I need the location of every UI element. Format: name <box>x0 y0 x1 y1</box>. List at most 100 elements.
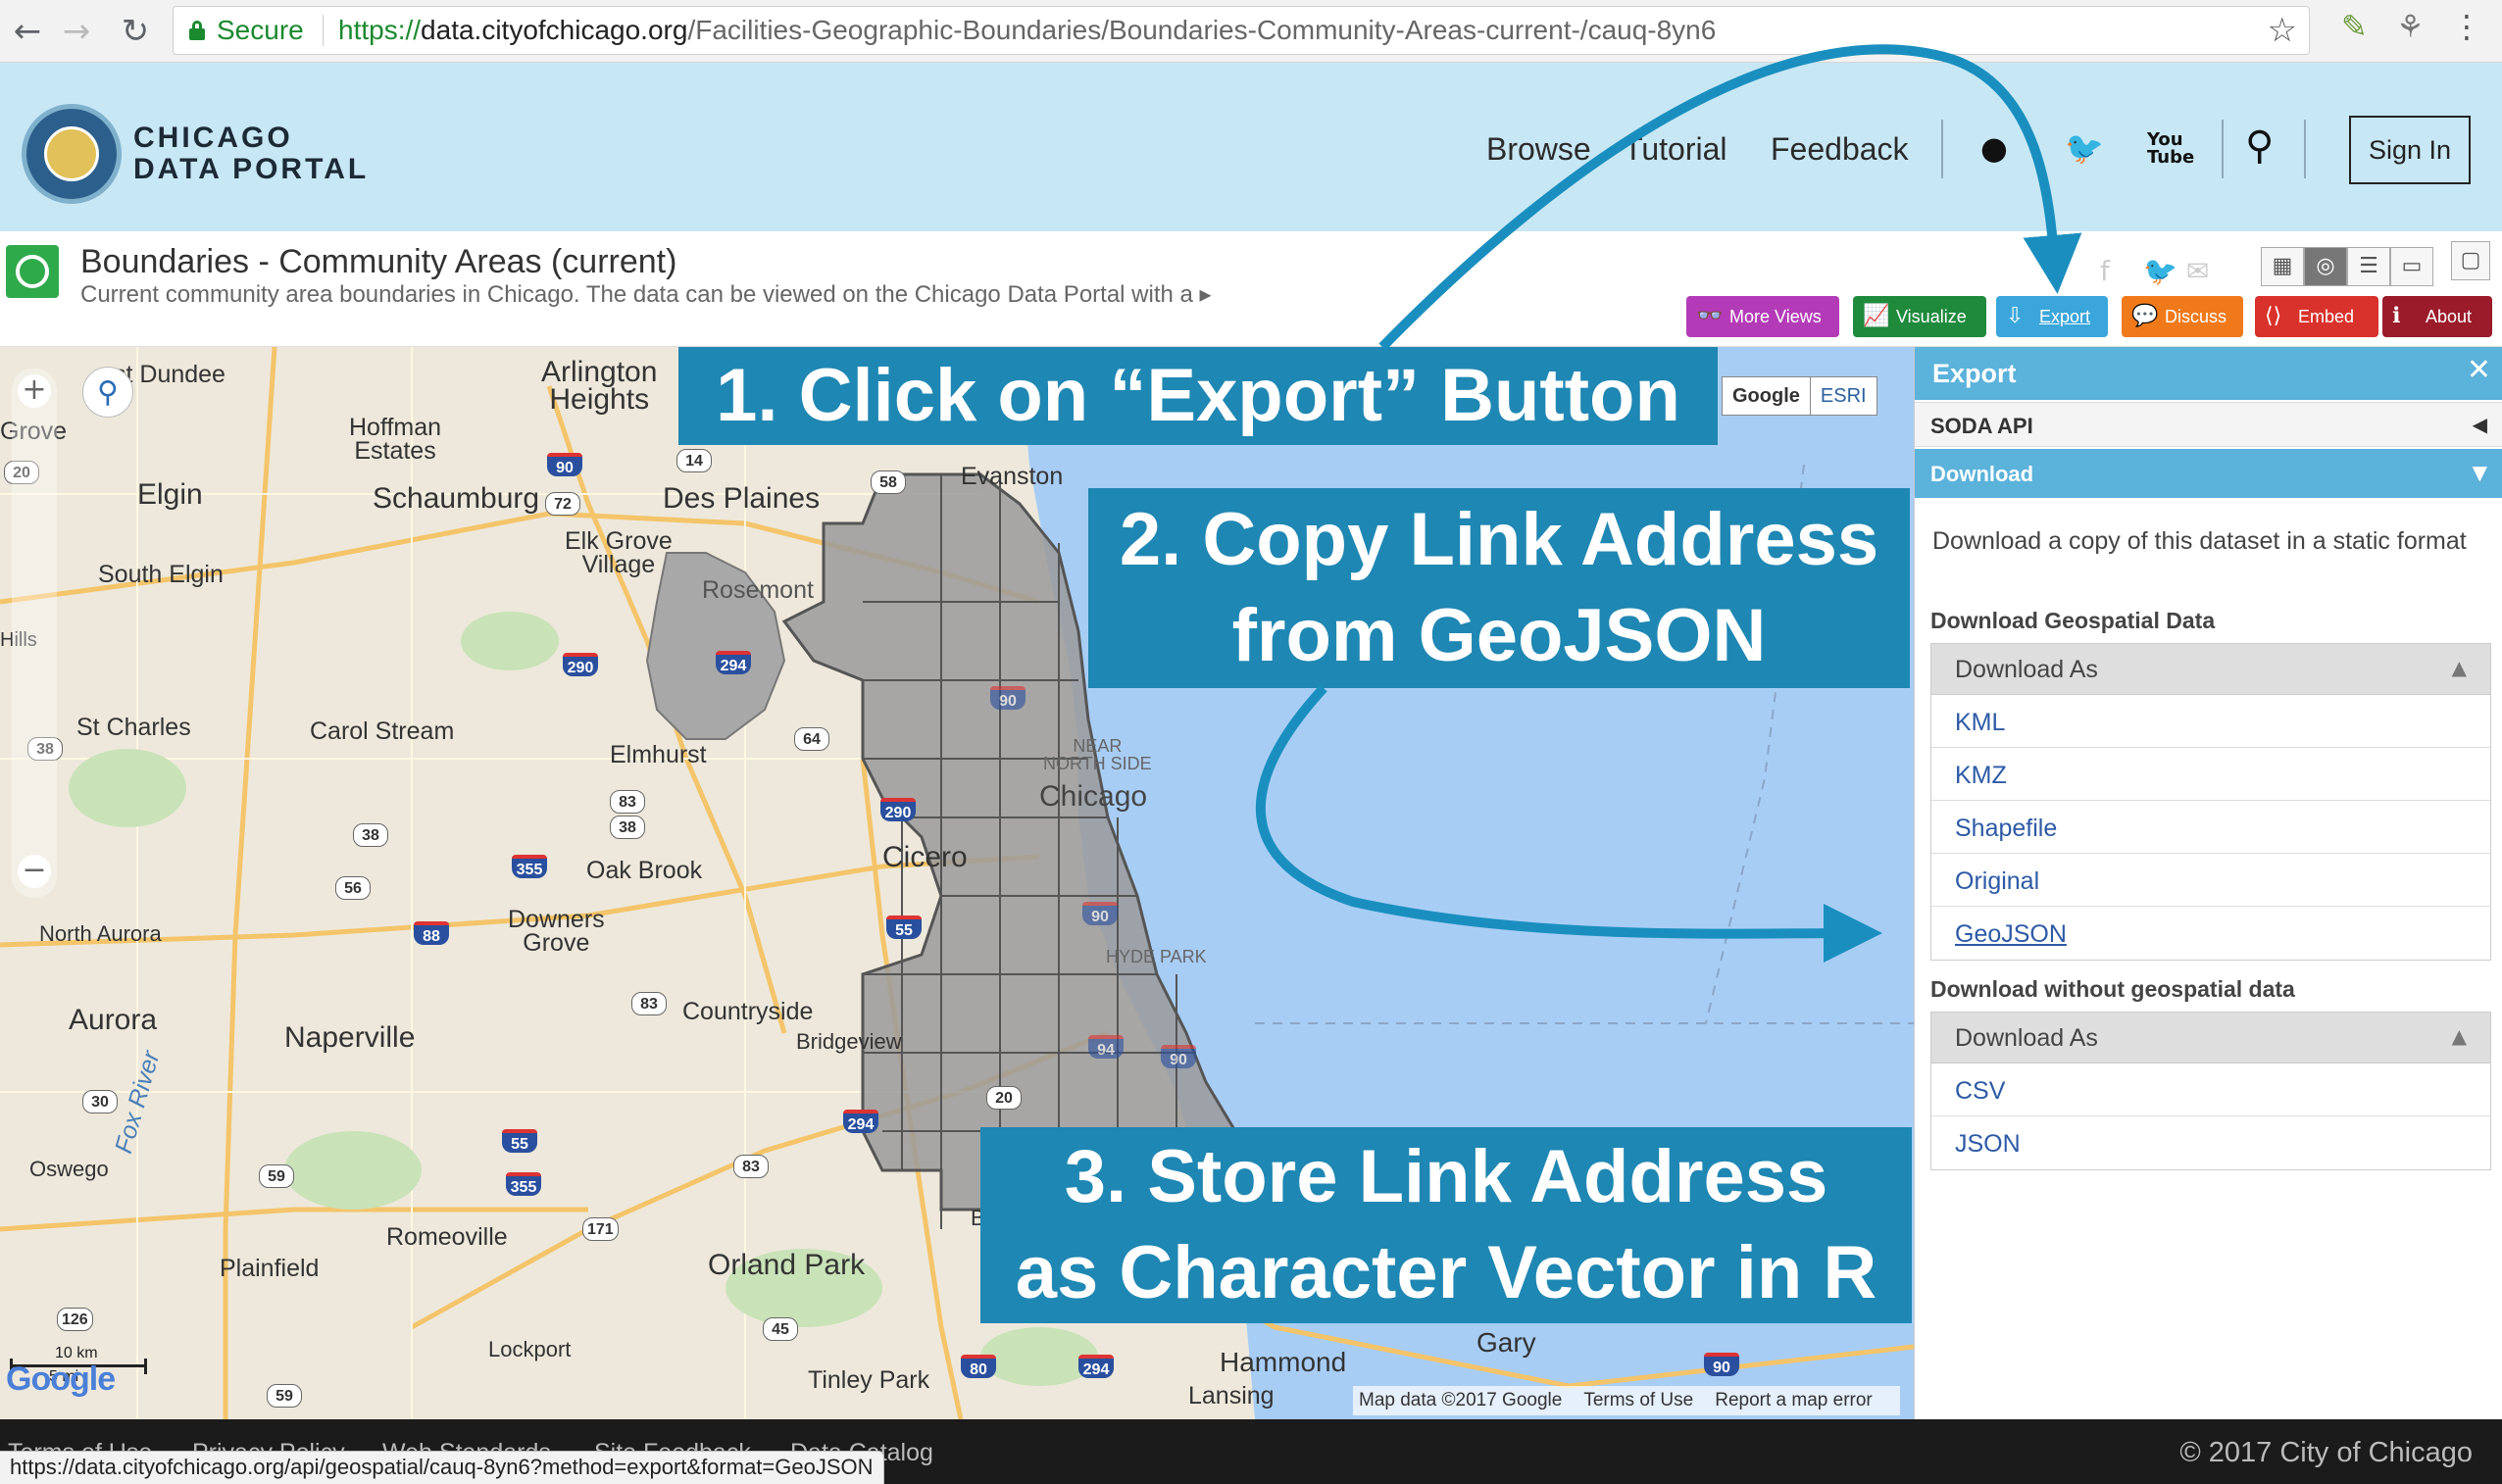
github-icon[interactable]: ● <box>1980 129 2008 167</box>
address-bar[interactable]: Secure https://data.cityofchicago.org/Fa… <box>173 6 2310 55</box>
about-button[interactable]: ℹ About <box>2382 296 2492 337</box>
download-shapefile[interactable]: Shapefile <box>1931 801 2490 854</box>
download-section-label: Download <box>1930 462 2034 486</box>
download-json[interactable]: JSON <box>1931 1116 2490 1169</box>
place-label: Orland Park <box>708 1249 866 1281</box>
discuss-button[interactable]: 💬 Discuss <box>2122 296 2243 337</box>
instruction-step-1: 1. Click on “Export” Button <box>678 347 1718 445</box>
format-label: Shapefile <box>1955 815 2058 842</box>
logo-text-line2[interactable]: DATA PORTAL <box>133 153 369 186</box>
close-icon[interactable]: ✕ <box>2467 353 2491 387</box>
status-bar-url: https://data.cityofchicago.org/api/geosp… <box>0 1451 884 1484</box>
report-map-error-link[interactable]: Report a map error <box>1715 1390 1873 1410</box>
non-geospatial-heading: Download without geospatial data <box>1930 976 2295 1002</box>
download-kmz[interactable]: KMZ <box>1931 748 2490 801</box>
download-csv[interactable]: CSV <box>1931 1064 2490 1116</box>
back-button[interactable]: ← <box>6 10 49 53</box>
place-label: Elgin <box>137 478 203 511</box>
fullscreen-toggle[interactable]: ▢ <box>2451 241 2490 280</box>
zoom-slider[interactable]: + − <box>12 369 57 898</box>
download-as-header[interactable]: Download As ▲ <box>1931 1013 2490 1064</box>
download-kml[interactable]: KML <box>1931 695 2490 748</box>
more-views-label: More Views <box>1729 307 1822 326</box>
youtube-icon[interactable]: You Tube <box>2147 131 2194 167</box>
instruction-step-2-line2: from GeoJSON <box>1231 594 1767 677</box>
twitter-icon[interactable]: 🐦 <box>2065 129 2104 167</box>
facebook-share-icon[interactable]: f <box>2100 255 2110 287</box>
search-icon[interactable]: ⚲ <box>2245 124 2274 169</box>
view-page-toggle[interactable]: ▭ <box>2390 247 2433 286</box>
route-shield: 80 <box>961 1355 996 1378</box>
view-table-toggle[interactable]: ▦ <box>2261 247 2304 286</box>
geospatial-download-list: Download As ▲ KML KMZ Shapefile Original … <box>1930 643 2491 961</box>
route-shield: 83 <box>733 1155 769 1178</box>
place-label: Plainfield <box>220 1255 320 1282</box>
download-section[interactable]: Download ▼ <box>1915 449 2502 498</box>
visualize-button[interactable]: 📈 Visualize <box>1853 296 1986 337</box>
view-list-toggle[interactable]: ☰ <box>2347 247 2390 286</box>
format-label: JSON <box>1955 1130 2021 1158</box>
route-shield: 126 <box>57 1308 93 1331</box>
place-label: Oak Brook <box>586 857 703 884</box>
download-as-header[interactable]: Download As ▲ <box>1931 644 2490 695</box>
dataset-description[interactable]: Current community area boundaries in Chi… <box>80 280 1212 309</box>
copyright-text: © 2017 City of Chicago <box>2179 1437 2473 1468</box>
place-label: Lansing <box>1188 1382 1275 1410</box>
more-views-button[interactable]: 👓 More Views <box>1686 296 1839 337</box>
neighborhood-label: NEAR NORTH SIDE <box>1043 736 1152 773</box>
place-label: Bridgeview <box>796 1029 902 1054</box>
nav-browse[interactable]: Browse <box>1486 131 1591 168</box>
zoom-out-button[interactable]: − <box>18 855 51 888</box>
url-path: /Facilities-Geographic-Boundaries/Bounda… <box>687 15 1717 45</box>
download-geojson[interactable]: GeoJSON <box>1931 907 2490 960</box>
city-seal-logo[interactable] <box>22 104 122 204</box>
place-label: North Aurora <box>39 921 162 946</box>
code-icon: ⟨⟩ <box>2265 304 2282 328</box>
place-label: Hoffman Estates <box>349 414 442 465</box>
extension-icon-2[interactable]: ⚘ <box>2396 8 2425 45</box>
non-geospatial-download-list: Download As ▲ CSV JSON <box>1930 1012 2491 1170</box>
bookmark-star-icon[interactable]: ☆ <box>2268 11 2297 50</box>
place-label: Tinley Park <box>808 1366 930 1394</box>
route-shield: 58 <box>871 470 906 494</box>
embed-button[interactable]: ⟨⟩ Embed <box>2255 296 2378 337</box>
browser-toolbar: ← → ↻ Secure https://data.cityofchicago.… <box>0 0 2502 63</box>
instruction-step-3-line2: as Character Vector in R <box>1015 1231 1877 1314</box>
download-original[interactable]: Original <box>1931 854 2490 907</box>
map-attribution: Map data ©2017 Google Terms of Use Report … <box>1353 1386 1900 1415</box>
nav-tutorial[interactable]: Tutorial <box>1624 131 1727 168</box>
basemap-esri-button[interactable]: ESRI <box>1811 377 1876 415</box>
twitter-share-icon[interactable]: 🐦 <box>2143 255 2177 287</box>
route-shield: 45 <box>763 1317 798 1341</box>
browser-menu-icon[interactable]: ⋮ <box>2451 8 2482 45</box>
place-label: Elk Grove Village <box>565 527 673 578</box>
view-map-toggle[interactable]: ◎ <box>2304 247 2347 286</box>
chart-icon: 📈 <box>1863 304 1890 328</box>
street-view-pegman-icon[interactable]: ⚲ <box>82 367 133 418</box>
place-label: Gary <box>1476 1327 1536 1358</box>
map-terms-link[interactable]: Terms of Use <box>1583 1390 1693 1410</box>
export-panel-title: Export <box>1932 359 2017 388</box>
place-label: Rosemont <box>702 576 814 604</box>
basemap-toggle[interactable]: Google ESRI <box>1722 376 1877 416</box>
dataset-type-icon <box>6 245 59 298</box>
export-panel: Export ✕ SODA API ◀ Download ▼ Download … <box>1914 347 2502 1419</box>
reload-button[interactable]: ↻ <box>114 10 157 53</box>
basemap-google-button[interactable]: Google <box>1723 377 1811 415</box>
forward-button[interactable]: → <box>55 10 98 53</box>
route-shield: 55 <box>502 1129 537 1153</box>
nav-feedback[interactable]: Feedback <box>1771 131 1909 168</box>
site-header: CHICAGO DATA PORTAL Browse Tutorial Feed… <box>0 63 2502 231</box>
zoom-in-button[interactable]: + <box>18 374 51 408</box>
route-shield: 294 <box>1078 1355 1114 1378</box>
soda-api-section[interactable]: SODA API ◀ <box>1915 402 2502 447</box>
logo-text-line1[interactable]: CHICAGO <box>133 122 293 155</box>
extension-icon[interactable]: ✎ <box>2341 8 2368 45</box>
route-shield: 90 <box>547 453 582 476</box>
export-button[interactable]: ⇩ Export <box>1996 296 2108 337</box>
email-share-icon[interactable]: ✉ <box>2186 255 2209 287</box>
url-text[interactable]: https://data.cityofchicago.org/Facilitie… <box>338 15 1716 46</box>
google-logo: Google <box>6 1360 116 1398</box>
sign-in-button[interactable]: Sign In <box>2349 116 2471 184</box>
route-shield: 83 <box>631 992 667 1015</box>
